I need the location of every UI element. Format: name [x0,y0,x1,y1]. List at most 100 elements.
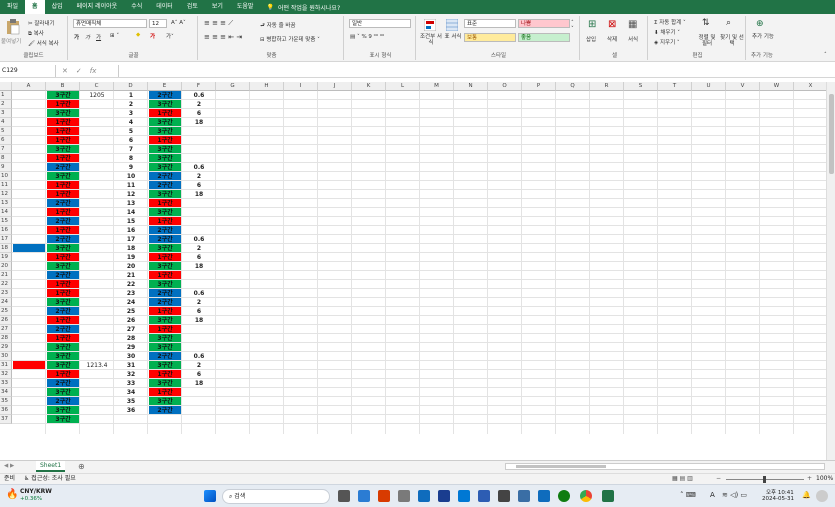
styles-scroll-icon[interactable]: ˄ ˅ [571,20,574,32]
cell-f12[interactable]: 18 [183,190,215,199]
row-header[interactable]: 5 [0,127,12,136]
row-header[interactable]: 36 [0,406,12,415]
cell-b25[interactable]: 2구간 [47,307,79,315]
row-header[interactable]: 17 [0,235,12,244]
cell-f26[interactable]: 18 [183,316,215,325]
add-sheet-icon[interactable]: ⊕ [78,462,85,471]
zoom-in-icon[interactable]: + [807,474,812,484]
cell-e8[interactable]: 3구간 [149,154,181,162]
cell-d23[interactable]: 23 [115,289,147,298]
cell-e35[interactable]: 3구간 [149,397,181,405]
zoom-out-icon[interactable]: − [716,474,721,484]
cell-d4[interactable]: 4 [115,118,147,127]
cell-f31[interactable]: 2 [183,361,215,370]
column-header-b[interactable]: B [46,82,80,91]
zoom-slider[interactable] [726,476,804,483]
copy-button[interactable]: ⧉ 복사 [28,29,44,38]
cell-e7[interactable]: 3구간 [149,145,181,153]
cell-e17[interactable]: 2구간 [149,235,181,243]
wrap-text-button[interactable]: ⮐ 자동 줄 바꿈 [260,21,296,31]
row-header[interactable]: 35 [0,397,12,406]
row-header[interactable]: 32 [0,370,12,379]
cell-d18[interactable]: 18 [115,244,147,253]
column-header-e[interactable]: E [148,82,182,91]
cell-f32[interactable]: 6 [183,370,215,379]
cell-d17[interactable]: 17 [115,235,147,244]
cell-b5[interactable]: 1구간 [47,127,79,135]
cell-e16[interactable]: 2구간 [149,226,181,234]
cell-d9[interactable]: 9 [115,163,147,172]
cell-d30[interactable]: 30 [115,352,147,361]
cell-d5[interactable]: 5 [115,127,147,136]
fill-color-icon[interactable]: ◆ [136,32,140,38]
format-table-button[interactable]: 표 서식 [442,34,464,40]
cell-b29[interactable]: 3구간 [47,343,79,351]
column-header-f[interactable]: F [182,82,216,91]
l-app-icon[interactable] [438,490,450,502]
cell-b3[interactable]: 3구간 [47,109,79,117]
cell-d24[interactable]: 24 [115,298,147,307]
cell-d7[interactable]: 7 [115,145,147,154]
cell-b32[interactable]: 1구간 [47,370,79,378]
row-header[interactable]: 6 [0,136,12,145]
xbox-icon[interactable] [558,490,570,502]
italic-button[interactable]: 가 [85,33,90,41]
cell-e30[interactable]: 2구간 [149,352,181,360]
find-select-button[interactable]: 찾기 및 선택 [720,35,744,47]
input-language[interactable]: A [710,491,715,499]
cell-a31[interactable] [13,361,45,369]
addins-icon[interactable]: ⊕ [756,19,764,29]
delete-cells-button[interactable]: 삭제 [607,35,617,43]
cell-d14[interactable]: 14 [115,208,147,217]
zoom-level[interactable]: 100% [816,474,833,484]
column-header-d[interactable]: D [114,82,148,91]
cell-e14[interactable]: 3구간 [149,208,181,216]
excel-taskbar-icon[interactable] [602,490,614,502]
paste-button[interactable]: 붙여넣기 [1,37,21,45]
autosum-button[interactable]: Σ 자동 합계 ˅ [654,18,686,26]
border-icon[interactable]: ⊞ ˅ [110,33,119,39]
row-header[interactable]: 7 [0,145,12,154]
cell-d16[interactable]: 16 [115,226,147,235]
cell-e28[interactable]: 3구간 [149,334,181,342]
find-select-icon[interactable]: ⌕ [726,18,731,28]
row-header[interactable]: 25 [0,307,12,316]
view-buttons-icon[interactable]: ▦ ▤ ▥ [672,474,693,484]
sheet-nav-icon[interactable]: ◀ ▶ [4,463,14,469]
cell-b35[interactable]: 2구간 [47,397,79,405]
cell-b27[interactable]: 2구간 [47,325,79,333]
cell-a18[interactable] [13,244,45,252]
cell-d29[interactable]: 29 [115,343,147,352]
column-header-c[interactable]: C [80,82,114,91]
align-left-icon[interactable]: ≡ ≡ ≡ ⇤ ⇥ [204,33,242,41]
cell-f11[interactable]: 6 [183,181,215,190]
cell-f9[interactable]: 0.6 [183,163,215,172]
cell-f4[interactable]: 18 [183,118,215,127]
tab-3[interactable]: 페이지 레이아웃 [70,0,125,14]
cell-f2[interactable]: 2 [183,100,215,109]
cell-b33[interactable]: 2구간 [47,379,79,387]
cell-e29[interactable]: 3구간 [149,343,181,351]
cell-e18[interactable]: 3구간 [149,244,181,252]
conditional-format-icon[interactable] [424,19,436,31]
column-header-p[interactable]: P [522,82,556,91]
cell-e27[interactable]: 1구간 [149,325,181,333]
format-cells-button[interactable]: 서식 [628,35,638,43]
cell-d13[interactable]: 13 [115,199,147,208]
cell-e25[interactable]: 1구간 [149,307,181,315]
cell-f30[interactable]: 0.6 [183,352,215,361]
row-header[interactable]: 18 [0,244,12,253]
cell-f24[interactable]: 2 [183,298,215,307]
cell-f20[interactable]: 18 [183,262,215,271]
notification-bell-icon[interactable]: 🔔 [802,491,811,499]
cell-d1[interactable]: 1 [115,91,147,100]
widgets-icon[interactable] [358,490,370,502]
row-header[interactable]: 4 [0,118,12,127]
cell-e10[interactable]: 2구간 [149,172,181,180]
cell-d26[interactable]: 26 [115,316,147,325]
photos-icon[interactable] [458,490,470,502]
format-cells-icon[interactable]: ▦ [628,19,637,30]
sort-filter-icon[interactable]: ⇅ [702,18,710,28]
row-header[interactable]: 15 [0,217,12,226]
currency-icon[interactable]: ▤ ˅ % 9 ⁰⁰ ⁰⁰ [350,34,384,40]
